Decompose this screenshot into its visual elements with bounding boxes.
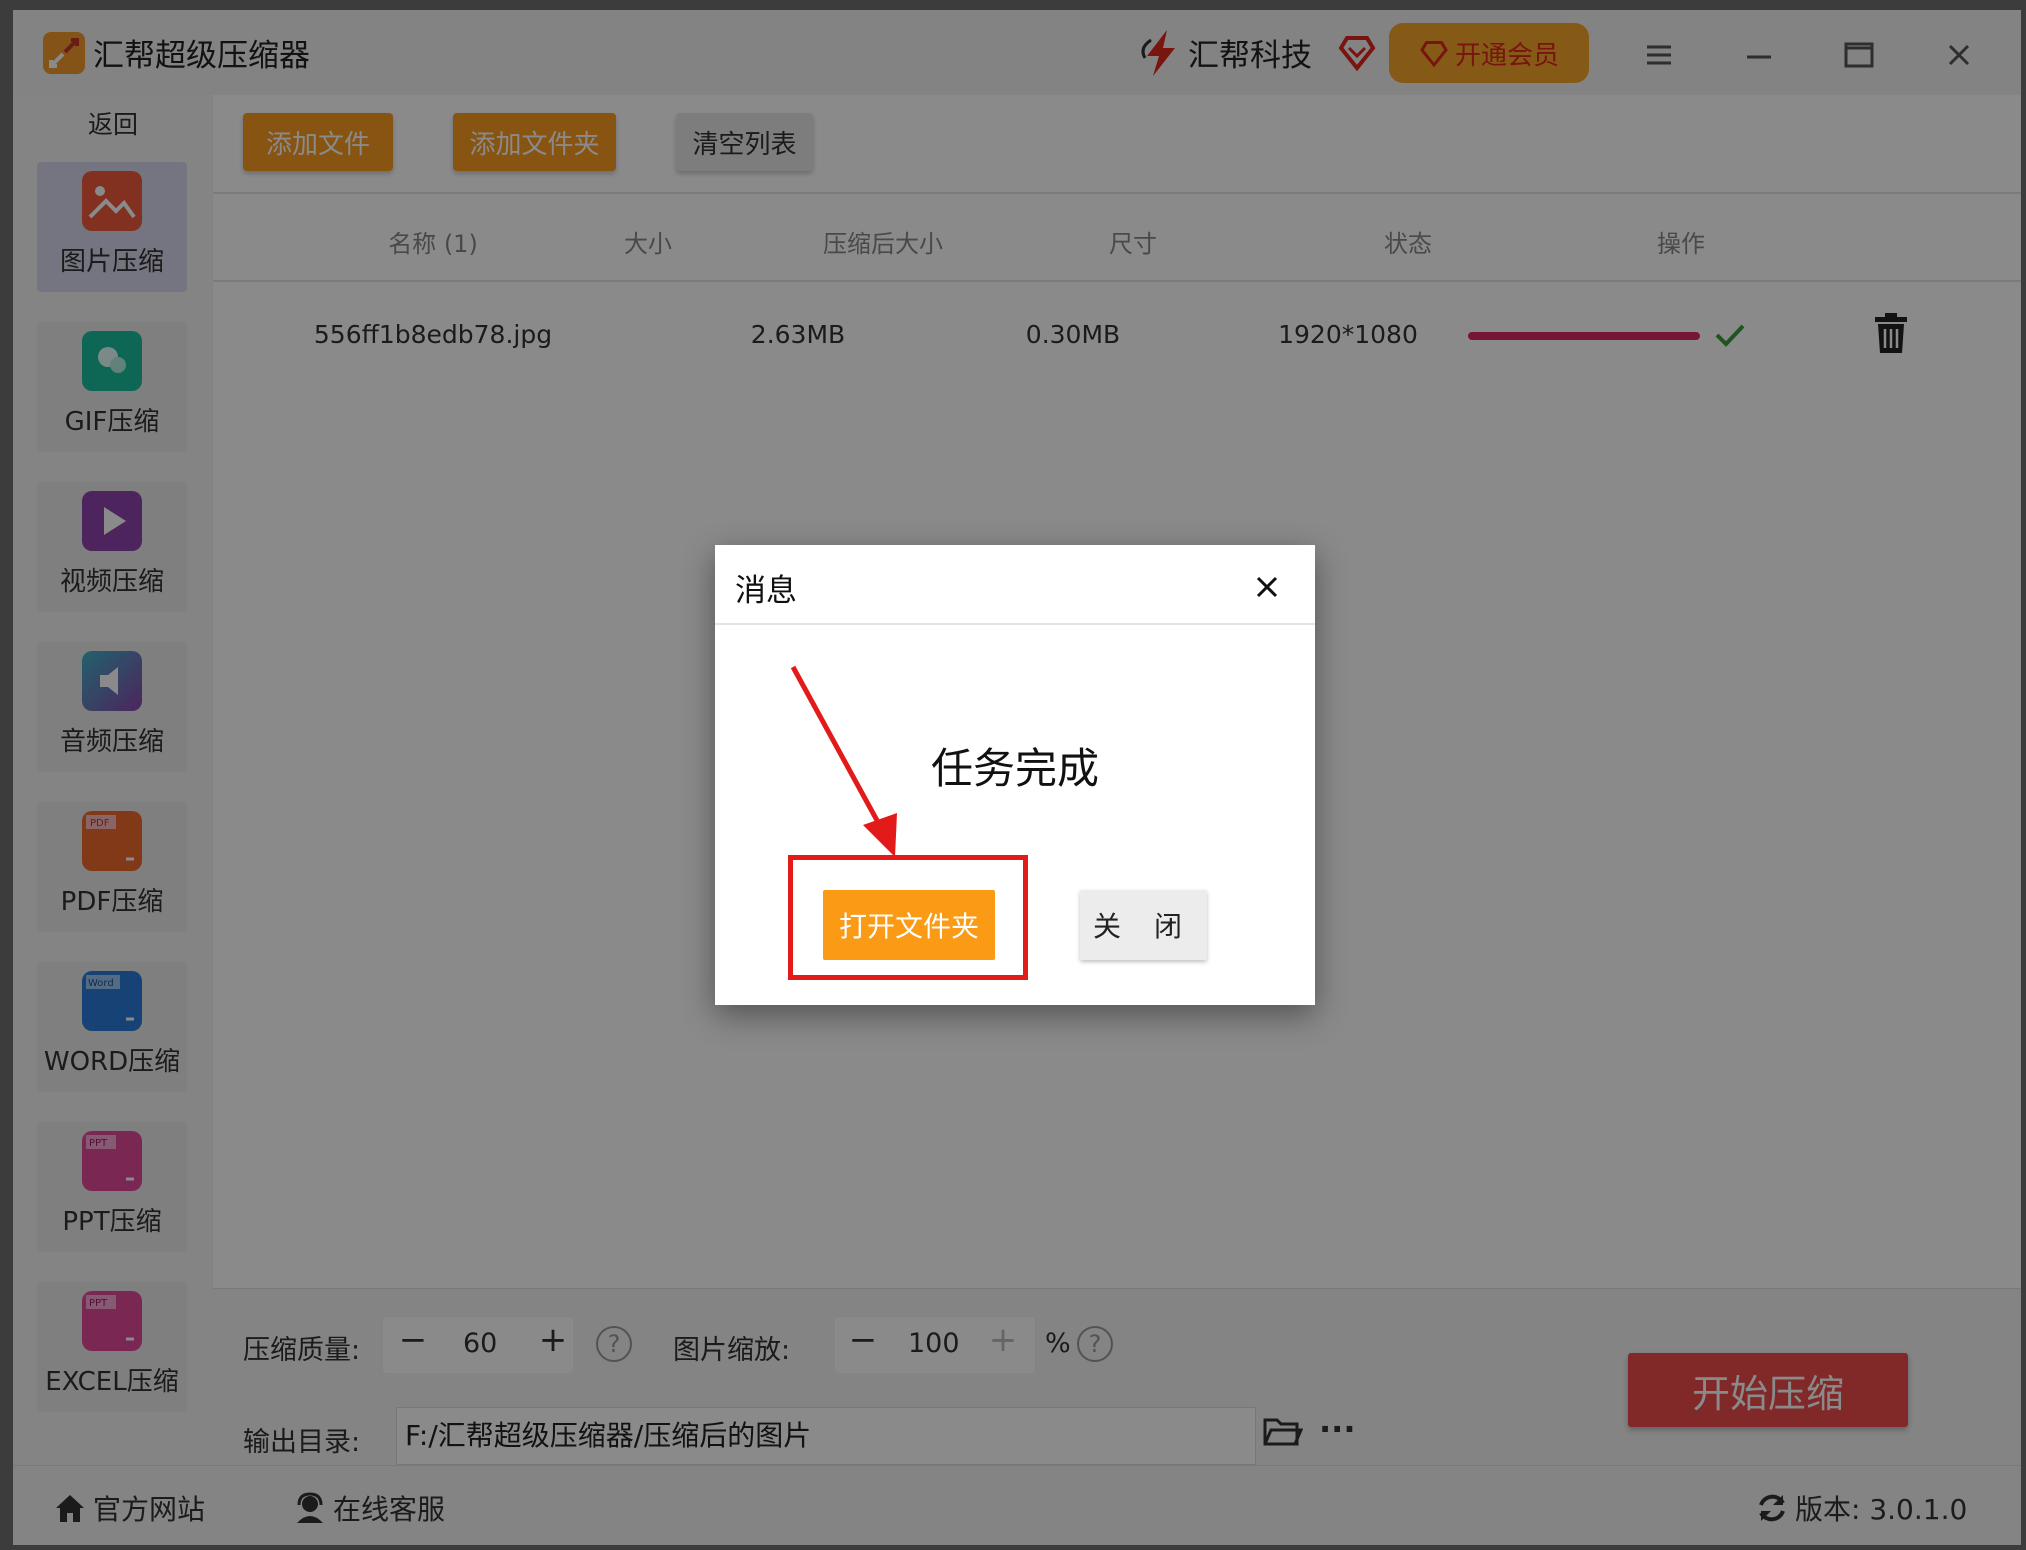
close-icon[interactable] bbox=[1250, 570, 1284, 604]
message-dialog: 消息 任务完成 打开文件夹 关 闭 bbox=[715, 545, 1315, 1005]
dialog-title: 消息 bbox=[735, 573, 797, 609]
dialog-divider bbox=[715, 623, 1315, 625]
dialog-close-button[interactable]: 关 闭 bbox=[1080, 890, 1207, 960]
open-folder-button[interactable]: 打开文件夹 bbox=[823, 890, 995, 960]
annotation-arrow-icon bbox=[790, 665, 897, 857]
